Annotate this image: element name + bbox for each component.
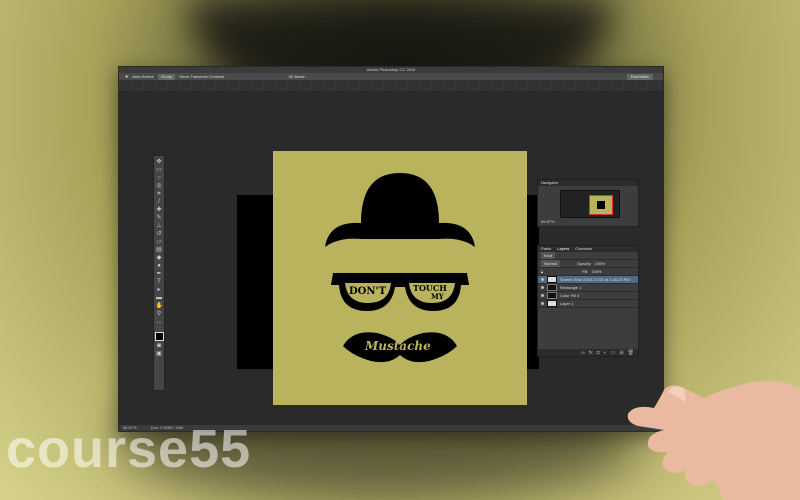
zoom-icon[interactable]: ⚲: [156, 311, 163, 317]
quick-select-icon[interactable]: ◎: [156, 183, 163, 189]
workspace-dropdown[interactable]: Essentials: [626, 73, 653, 80]
layer-thumbnail: [547, 300, 557, 307]
trash-icon[interactable]: 🗑︎: [628, 350, 634, 356]
hand-holding-screen: [627, 380, 800, 500]
navigator-title[interactable]: Navigator: [541, 180, 558, 186]
fx-icon[interactable]: fx: [589, 350, 593, 356]
layers-panel: Paths Layers Channels Kind Normal Opacit…: [537, 245, 639, 357]
opacity-value[interactable]: 100%: [595, 260, 605, 267]
options-bar: ✥ Auto-Select: Group Show Transform Cont…: [119, 73, 663, 81]
visibility-eye-icon[interactable]: [541, 286, 544, 289]
watermark-logo: course55: [6, 419, 252, 479]
blend-row: Normal Opacity: 100%: [538, 260, 638, 268]
artwork-text-my: MY: [431, 292, 444, 301]
layers-footer: ∞ fx ◘ ◐ ▭ ⊞ 🗑︎: [538, 349, 638, 356]
move-tool-icon[interactable]: ✥: [125, 74, 128, 79]
type-icon[interactable]: T: [156, 279, 163, 285]
blend-mode-dropdown[interactable]: Normal: [541, 260, 560, 267]
opacity-label: Opacity:: [576, 261, 592, 266]
adjustment-icon[interactable]: ◐: [604, 350, 607, 356]
navigator-panel: Navigator 66.67%: [537, 179, 639, 227]
move-icon[interactable]: ✥: [156, 159, 163, 165]
dodge-icon[interactable]: ●: [156, 263, 163, 269]
visibility-eye-icon[interactable]: [541, 302, 544, 305]
layer-name: Rectangle 1: [560, 285, 582, 290]
hand-icon[interactable]: ✋: [156, 303, 163, 309]
eraser-icon[interactable]: ▱: [156, 239, 163, 245]
transform-controls-checkbox[interactable]: Show Transform Controls: [179, 74, 224, 79]
crop-icon[interactable]: ⌗: [156, 191, 163, 197]
blur-icon[interactable]: ◆: [156, 255, 163, 261]
3d-mode-label: 3D Mode:: [288, 74, 306, 79]
mask-icon[interactable]: ◘: [597, 350, 600, 356]
gradient-icon[interactable]: ▤: [156, 247, 163, 253]
artwork: [325, 173, 475, 363]
stamp-icon[interactable]: ⊥: [156, 223, 163, 229]
path-select-icon[interactable]: ▸: [156, 287, 163, 293]
navigator-art-preview: [597, 201, 605, 209]
layer-thumbnail: [547, 292, 557, 299]
document-canvas[interactable]: DON'T TOUCH MY Mustache: [273, 151, 527, 405]
layer-row[interactable]: Color Fill 3: [538, 292, 638, 300]
screen-mode-icon[interactable]: ▣: [156, 351, 163, 357]
layer-row[interactable]: Rectangle 1: [538, 284, 638, 292]
lock-icon[interactable]: 🔒︎: [541, 268, 543, 275]
history-brush-icon[interactable]: ↺: [156, 231, 163, 237]
navigator-view-box[interactable]: [589, 195, 613, 215]
marquee-icon[interactable]: ▭: [156, 167, 163, 173]
auto-select-dropdown[interactable]: Group: [158, 73, 176, 80]
more-tools-icon[interactable]: …: [156, 319, 163, 325]
layer-name: Color Fill 3: [560, 293, 580, 298]
auto-select-label: Auto-Select:: [132, 74, 155, 79]
hat-brim: [325, 222, 475, 247]
lasso-icon[interactable]: ○: [156, 175, 163, 181]
foreground-color-swatch[interactable]: [154, 332, 164, 341]
fill-value[interactable]: 100%: [591, 268, 601, 275]
layer-filter-row: Kind: [538, 252, 638, 260]
fill-row: 🔒︎ Fill: 100%: [538, 268, 638, 276]
quick-mask-icon[interactable]: ◙: [156, 343, 163, 349]
shape-icon[interactable]: ▬: [156, 295, 163, 301]
black-rectangle-layer: [237, 195, 277, 369]
layer-thumbnail: [547, 276, 557, 283]
visibility-eye-icon[interactable]: [541, 278, 544, 281]
layer-thumbnail: [547, 284, 557, 291]
layer-row[interactable]: Screen Shot 2016-07-04 at 2.48.23 PM: [538, 276, 638, 284]
navigator-thumbnail[interactable]: [560, 190, 620, 218]
filter-kind-dropdown[interactable]: Kind: [541, 252, 556, 259]
layer-name: Layer 1: [560, 301, 574, 306]
artwork-text-mustache: Mustache: [365, 339, 431, 353]
group-folder-icon[interactable]: ▭: [611, 350, 616, 356]
layer-name: Screen Shot 2016-07-04 at 2.48.23 PM: [560, 277, 630, 282]
link-layers-icon[interactable]: ∞: [581, 350, 585, 356]
navigator-zoom[interactable]: 66.67%: [541, 219, 555, 224]
photoshop-window: Adobe Photoshop CC 2015 ✥ Auto-Select: G…: [118, 66, 664, 432]
hat-crown: [361, 173, 439, 223]
tools-panel: ✥ ▭ ○ ◎ ⌗ / ✚ ✎ ⊥ ↺ ▱ ▤ ◆ ● ✒ T ▸ ▬ ✋ ⚲ …: [153, 155, 165, 391]
fill-label: Fill:: [582, 269, 589, 274]
ruler: [119, 81, 663, 91]
tab-layers[interactable]: Layers: [557, 246, 569, 252]
layer-row[interactable]: Layer 1: [538, 300, 638, 308]
pen-icon[interactable]: ✒: [156, 271, 163, 277]
brush-icon[interactable]: ✎: [156, 215, 163, 221]
visibility-eye-icon[interactable]: [541, 294, 544, 297]
tab-channels[interactable]: Channels: [575, 246, 592, 252]
new-layer-icon[interactable]: ⊞: [619, 350, 623, 356]
artwork-text-dont: DON'T: [349, 286, 387, 297]
healing-icon[interactable]: ✚: [156, 207, 163, 213]
eyedropper-icon[interactable]: /: [156, 199, 163, 205]
workspace: ✥ ▭ ○ ◎ ⌗ / ✚ ✎ ⊥ ↺ ▱ ▤ ◆ ● ✒ T ▸ ▬ ✋ ⚲ …: [119, 91, 663, 425]
